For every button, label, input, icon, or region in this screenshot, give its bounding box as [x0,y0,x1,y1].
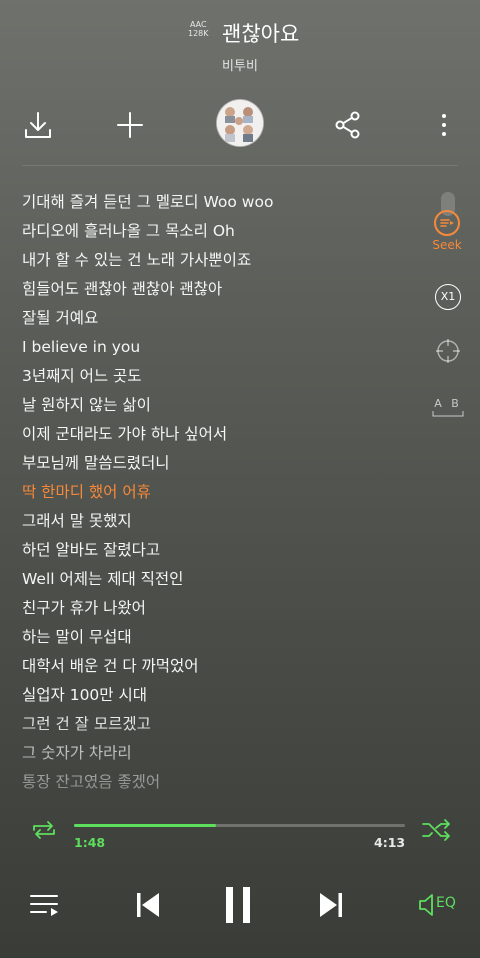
lyric-line[interactable]: I believe in you [22,334,412,363]
seek-icon [440,219,454,227]
lyric-line[interactable]: 통장 잔고였음 좋겠어 [22,769,412,798]
lyric-line[interactable]: 내가 할 수 있는 건 노래 가사뿐이죠 [22,247,412,276]
lyric-line[interactable]: 잘될 거예요 [22,305,412,334]
lyric-line[interactable]: 기대해 즐겨 듣던 그 멜로디 Woo woo [22,189,412,218]
pause-icon[interactable] [222,885,256,925]
lyric-line[interactable]: 3년째지 어느 곳도 [22,363,412,392]
ab-repeat-button[interactable]: A B [432,397,464,417]
lyric-line[interactable]: 대학서 배운 건 다 까먹었어 [22,653,412,682]
previous-track-icon[interactable] [133,889,163,921]
album-art[interactable] [217,100,263,146]
lyric-line[interactable]: 그런 건 잘 모르겠고 [22,711,412,740]
lyric-line[interactable]: 라디오에 흘러나올 그 목소리 Oh [22,218,412,247]
progress-bar[interactable] [74,824,405,827]
lyric-line[interactable]: Well 어제는 제대 직전인 [22,566,412,595]
playback-speed-button[interactable]: X1 [435,284,461,310]
total-time: 4:13 [374,835,406,850]
lyric-line[interactable]: 날 원하지 않는 삶이 [22,392,412,421]
lyric-line[interactable]: 하던 알바도 잘렸다고 [22,537,412,566]
lyric-line-active[interactable]: 딱 한마디 했어 어휴 [22,479,412,508]
lyric-line[interactable]: 그 숫자가 차라리 [22,740,412,769]
ab-repeat-label: A B [434,397,462,410]
audio-quality-badge: AAC 128K [188,20,209,38]
elapsed-time: 1:48 [74,835,106,850]
lyric-line[interactable]: 친구가 휴가 나왔어 [22,595,412,624]
seek-label: Seek [432,238,462,252]
lyric-line[interactable]: 부모님께 말씀드렸더니 [22,450,412,479]
now-playing-header: AAC 128K 괜찮아요 비투비 [0,0,480,90]
playlist-icon[interactable] [28,890,62,920]
lyric-line[interactable]: 하는 말이 무섭대 [22,624,412,653]
lyric-line[interactable]: 이제 군대라도 가야 하나 싶어서 [22,421,412,450]
eq-label: EQ [436,895,456,911]
lyric-line[interactable]: 실업자 100만 시대 [22,682,412,711]
more-vertical-icon[interactable] [427,108,461,142]
shuffle-icon[interactable] [420,818,454,842]
progress-fill [74,824,217,827]
crosshair-icon[interactable] [434,337,462,365]
speaker-icon [419,894,433,916]
codec-label: AAC [189,20,207,29]
lyric-line[interactable]: 힘들어도 괜찮아 괜찮아 괜찮아 [22,276,412,305]
lyrics-list[interactable]: 기대해 즐겨 듣던 그 멜로디 Woo woo 라디오에 흘러나올 그 목소리 O… [22,189,412,799]
header-divider [22,165,458,166]
artist-name[interactable]: 비투비 [0,55,480,74]
share-icon[interactable] [331,108,365,142]
repeat-icon[interactable] [28,818,60,842]
ab-range-icon [432,411,464,417]
album-photo-icon [217,100,263,146]
song-title: 괜찮아요 [222,22,300,46]
plus-icon[interactable] [113,108,147,142]
bitrate-label: 128K [188,29,209,38]
equalizer-button[interactable]: EQ [417,890,463,920]
seek-button[interactable] [434,210,460,236]
download-icon[interactable] [21,108,55,142]
next-track-icon[interactable] [316,889,346,921]
lyric-line[interactable]: 그래서 말 못했지 [22,508,412,537]
